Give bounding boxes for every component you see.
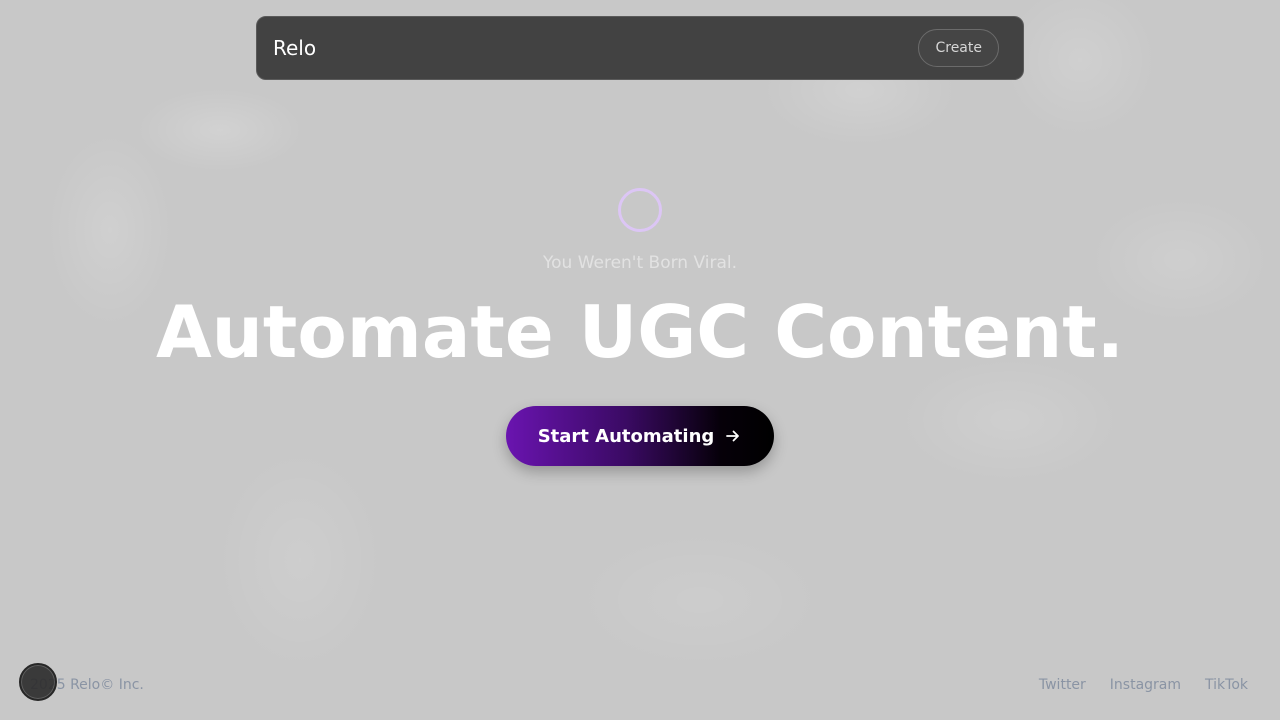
footer-link-tiktok[interactable]: TikTok xyxy=(1205,677,1248,693)
top-navbar: Relo Create xyxy=(256,16,1024,80)
brand-logo[interactable]: Relo xyxy=(273,36,316,60)
footer-link-twitter[interactable]: Twitter xyxy=(1039,677,1086,693)
footer-link-instagram[interactable]: Instagram xyxy=(1110,677,1181,693)
create-button[interactable]: Create xyxy=(918,29,999,67)
hero-headline: Automate UGC Content. xyxy=(155,290,1125,374)
start-automating-label: Start Automating xyxy=(537,425,715,447)
loading-spinner-icon xyxy=(618,188,662,232)
hero-kicker: You Weren't Born Viral. xyxy=(542,253,737,273)
arrow-right-icon xyxy=(724,427,742,445)
footer-links: Twitter Instagram TikTok xyxy=(1039,677,1248,693)
start-automating-button[interactable]: Start Automating xyxy=(506,406,774,466)
floating-action-badge[interactable] xyxy=(19,663,57,701)
